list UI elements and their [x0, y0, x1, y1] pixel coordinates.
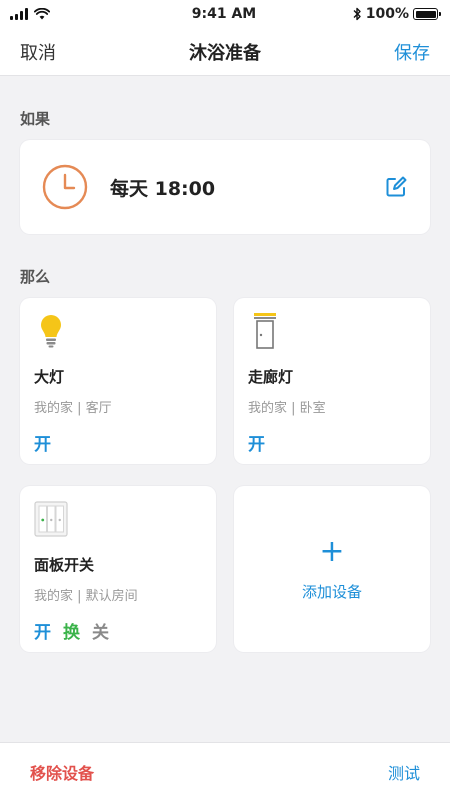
status-bar: 9:41 AM 100%: [0, 0, 450, 28]
plus-icon: +: [319, 533, 345, 569]
battery-icon: [413, 8, 441, 20]
bottom-bar: 移除设备 测试: [0, 742, 450, 800]
page-title: 沐浴准备: [189, 42, 261, 64]
save-button[interactable]: 保存: [394, 39, 430, 65]
action-on[interactable]: 开: [34, 618, 51, 643]
action-toggle[interactable]: 换: [63, 618, 80, 643]
action-off[interactable]: 关: [92, 618, 109, 643]
device-name: 走廊灯: [248, 368, 294, 386]
device-card-main-light[interactable]: 大灯 我的家 | 客厅 开: [20, 298, 216, 464]
device-card-panel-switch[interactable]: 面板开关 我的家 | 默认房间 开 换 关: [20, 486, 216, 652]
device-name: 大灯: [34, 368, 65, 386]
nav-bar: 取消 沐浴准备 保存: [0, 28, 450, 76]
cancel-button[interactable]: 取消: [20, 39, 56, 65]
device-actions: 开 换 关: [34, 618, 202, 643]
add-device-label: 添加设备: [301, 582, 362, 601]
trigger-time: 每天 18:00: [110, 177, 216, 200]
edit-icon[interactable]: [384, 175, 408, 199]
device-location: 我的家 | 客厅: [34, 401, 112, 416]
device-action-on[interactable]: 开: [34, 430, 51, 455]
status-left: [10, 8, 130, 20]
clock-icon: [42, 164, 88, 210]
light-bulb-icon: [41, 315, 61, 348]
test-button[interactable]: 测试: [388, 760, 420, 784]
signal-icon: [10, 8, 28, 20]
bluetooth-icon: [353, 7, 361, 21]
status-right: 100%: [318, 6, 441, 22]
device-location: 我的家 | 默认房间: [34, 589, 138, 604]
then-section-label: 那么: [20, 268, 51, 286]
device-action-on[interactable]: 开: [248, 430, 265, 455]
panel-switch-icon: [34, 501, 68, 537]
trigger-card[interactable]: 每天 18:00: [20, 140, 430, 234]
device-location: 我的家 | 卧室: [248, 401, 326, 416]
remove-device-button[interactable]: 移除设备: [30, 760, 94, 784]
add-device-button[interactable]: + 添加设备: [234, 486, 430, 652]
if-section-label: 如果: [20, 110, 51, 128]
wifi-icon: [34, 8, 50, 20]
battery-percent: 100%: [365, 6, 409, 22]
status-time: 9:41 AM: [191, 6, 257, 22]
device-name: 面板开关: [34, 556, 95, 574]
device-card-hall-light[interactable]: 走廊灯 我的家 | 卧室 开: [234, 298, 430, 464]
door-light-icon: [254, 313, 276, 349]
